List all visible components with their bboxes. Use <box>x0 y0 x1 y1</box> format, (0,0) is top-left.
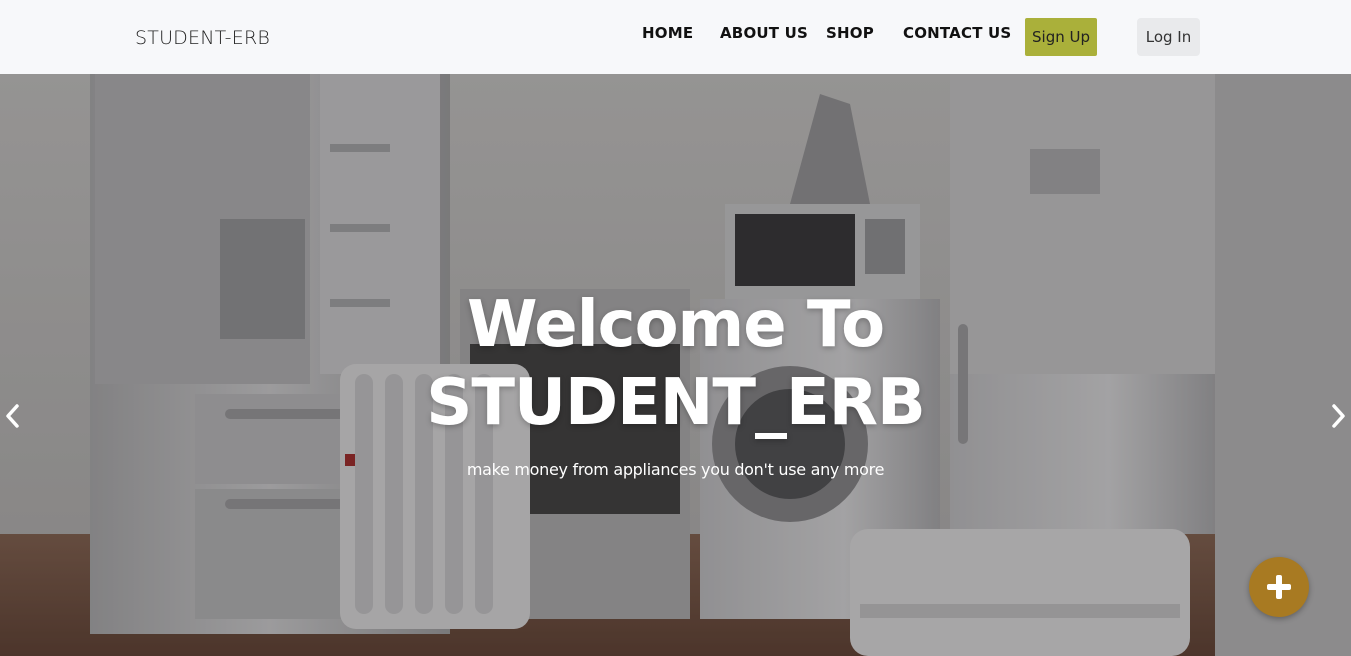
signup-button[interactable]: Sign Up <box>1025 18 1097 56</box>
plus-icon <box>1267 575 1291 599</box>
nav-home-link[interactable]: HOME <box>642 24 693 42</box>
nav-shop-link[interactable]: SHOP <box>826 24 874 42</box>
hero-carousel: Welcome To STUDENT_ERB make money from a… <box>0 74 1351 656</box>
navbar: STUDENT-ERB HOME ABOUT US SHOP CONTACT U… <box>0 0 1351 74</box>
nav-about-link[interactable]: ABOUT US <box>720 24 808 42</box>
hero-title-line2: STUDENT_ERB <box>426 366 926 440</box>
chevron-left-icon <box>6 404 19 428</box>
brand-logo[interactable]: STUDENT-ERB <box>135 27 270 49</box>
hero-title-line1: Welcome To <box>466 288 885 362</box>
chevron-right-icon <box>1332 404 1345 428</box>
hero-subtitle: make money from appliances you don't use… <box>466 460 885 479</box>
login-button[interactable]: Log In <box>1137 18 1200 56</box>
carousel-prev-button[interactable] <box>0 400 24 432</box>
carousel-next-button[interactable] <box>1327 400 1351 432</box>
nav-contact-link[interactable]: CONTACT US <box>903 24 1011 42</box>
floating-add-button[interactable] <box>1249 557 1309 617</box>
hero-overlay <box>0 74 1351 656</box>
